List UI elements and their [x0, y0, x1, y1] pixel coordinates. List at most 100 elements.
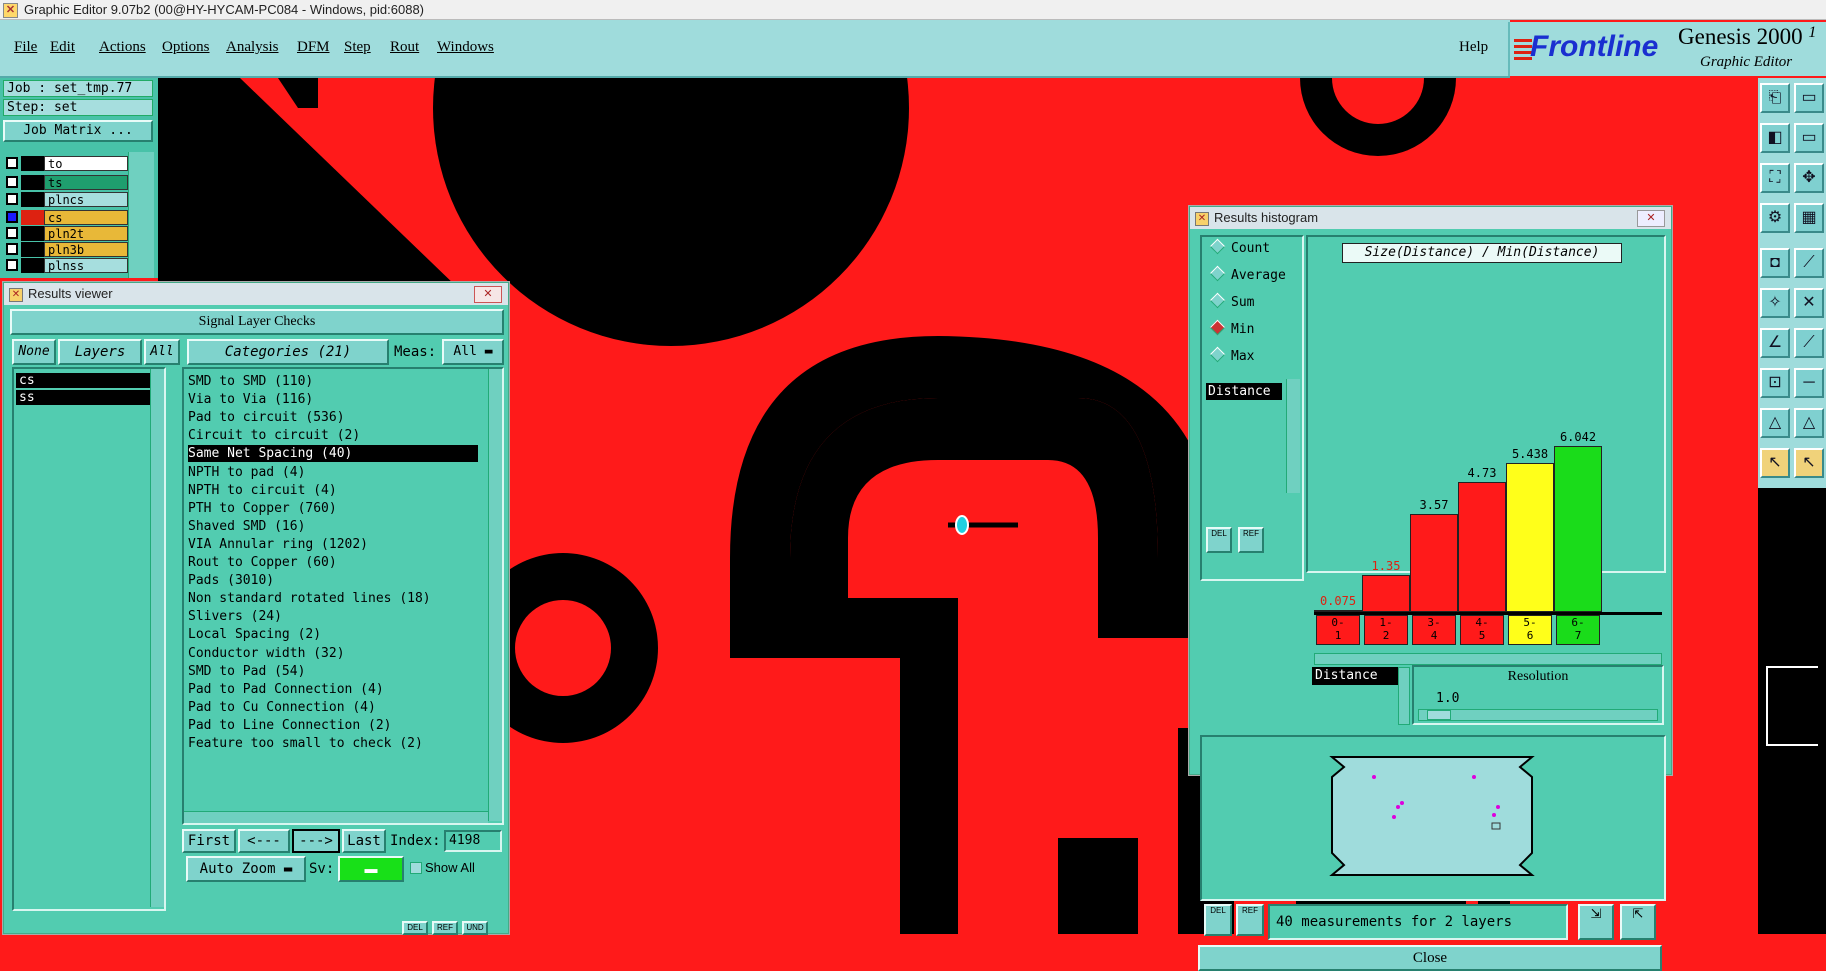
tool-open-icon[interactable]: ⎗ — [1760, 83, 1790, 113]
stats-scrollbar[interactable] — [1286, 379, 1300, 493]
menu-help[interactable]: Help — [1459, 39, 1488, 56]
menu-options[interactable]: Options — [162, 39, 210, 56]
tool-expand-icon[interactable]: ✥ — [1794, 163, 1824, 193]
menu-dfm[interactable]: DFM — [297, 39, 330, 56]
tool-measure-icon[interactable]: ⟋ — [1794, 328, 1824, 358]
resolution-slider-thumb[interactable] — [1427, 710, 1451, 720]
none-button[interactable]: None — [12, 339, 56, 365]
menu-rout[interactable]: Rout — [390, 39, 419, 56]
job-matrix-button[interactable]: Job Matrix ... — [3, 120, 153, 142]
distance-measure-item[interactable]: Distance — [1206, 383, 1282, 400]
del-button[interactable]: DEL — [1206, 527, 1232, 553]
prev-button[interactable]: <--- — [238, 829, 290, 853]
layer-row-4[interactable]: pln2t — [6, 226, 128, 241]
category-item[interactable]: Feature too small to check (2) — [188, 735, 423, 752]
meas-dropdown[interactable]: All ▬ — [442, 339, 504, 365]
category-item[interactable]: Pad to Line Connection (2) — [188, 717, 392, 734]
layer-checkbox[interactable] — [6, 243, 18, 255]
tool-settings-icon[interactable]: ⚙ — [1760, 203, 1790, 233]
ref-button[interactable]: REF — [432, 921, 458, 935]
ref-button[interactable]: REF — [1238, 527, 1264, 553]
menu-actions[interactable]: Actions — [99, 39, 146, 56]
category-item[interactable]: Shaved SMD (16) — [188, 518, 305, 535]
histogram-bar[interactable] — [1458, 482, 1506, 612]
layer-list-scrollbar[interactable] — [150, 369, 164, 907]
category-item[interactable]: Pad to Cu Connection (4) — [188, 699, 376, 716]
histogram-bar[interactable] — [1506, 462, 1554, 612]
layer-checkbox[interactable] — [6, 227, 18, 239]
export-icon[interactable]: ⇲ — [1578, 904, 1614, 940]
tool-triangle-icon[interactable]: △ — [1760, 408, 1790, 438]
layer-row-6[interactable]: plnss — [6, 258, 128, 273]
layer-checkbox[interactable] — [6, 157, 18, 169]
tool-dash-icon[interactable]: ─ — [1794, 368, 1824, 398]
categories-scrollbar[interactable] — [488, 369, 502, 821]
layer-result-item[interactable]: cs — [16, 373, 158, 388]
auto-zoom-dropdown[interactable]: Auto Zoom ▬ — [186, 856, 306, 882]
categories-button[interactable]: Categories (21) — [187, 339, 389, 365]
layer-checkbox[interactable] — [6, 211, 18, 223]
sv-color-dropdown[interactable]: ▬ — [338, 856, 404, 882]
category-item[interactable]: Non standard rotated lines (18) — [188, 590, 431, 607]
tool-add-pad-icon[interactable]: ◘ — [1760, 248, 1790, 278]
import-icon[interactable]: ⇱ — [1620, 904, 1656, 940]
category-item[interactable]: PTH to Copper (760) — [188, 500, 337, 517]
first-button[interactable]: First — [182, 829, 236, 853]
tool-pan-icon[interactable]: ◧ — [1760, 123, 1790, 153]
menu-edit[interactable]: Edit — [50, 39, 75, 56]
del-button[interactable]: DEL — [1204, 904, 1232, 936]
stat-radio-sum[interactable]: Sum — [1209, 292, 1254, 310]
layer-row-2[interactable]: plncs — [6, 192, 128, 207]
tool-cross-icon[interactable]: ✕ — [1794, 288, 1824, 318]
layer-result-item[interactable]: ss — [16, 390, 158, 405]
layer-checkbox[interactable] — [6, 193, 18, 205]
layer-checkbox[interactable] — [6, 176, 18, 188]
histogram-bar[interactable] — [1362, 574, 1410, 612]
category-item[interactable]: VIA Annular ring (1202) — [188, 536, 368, 553]
category-item[interactable]: Pad to Pad Connection (4) — [188, 681, 384, 698]
stat-radio-count[interactable]: Count — [1209, 238, 1270, 256]
category-item[interactable]: Pad to circuit (536) — [188, 409, 345, 426]
stat-radio-average[interactable]: Average — [1209, 265, 1286, 283]
chart-hscrollbar[interactable] — [1314, 653, 1662, 665]
tool-snap-icon[interactable]: ⊡ — [1760, 368, 1790, 398]
menu-windows[interactable]: Windows — [437, 39, 494, 56]
last-button[interactable]: Last — [342, 829, 386, 853]
ref-button[interactable]: REF — [1236, 904, 1264, 936]
tool-delta-icon[interactable]: △ — [1794, 408, 1824, 438]
category-item[interactable]: Via to Via (116) — [188, 391, 313, 408]
category-item[interactable]: Conductor width (32) — [188, 645, 345, 662]
layer-row-5[interactable]: pln3b — [6, 242, 128, 257]
del-button[interactable]: DEL — [402, 921, 428, 935]
category-item[interactable]: Circuit to circuit (2) — [188, 427, 360, 444]
all-button[interactable]: All — [144, 339, 180, 365]
stat-radio-min[interactable]: Min — [1209, 319, 1254, 337]
category-item[interactable]: SMD to SMD (110) — [188, 373, 313, 390]
next-button[interactable]: ---> — [292, 829, 340, 853]
menu-step[interactable]: Step — [344, 39, 371, 56]
category-item[interactable]: NPTH to pad (4) — [188, 464, 305, 481]
tool-select-box-icon[interactable]: ↖ — [1794, 448, 1824, 478]
category-item[interactable]: SMD to Pad (54) — [188, 663, 305, 680]
close-button[interactable]: Close — [1198, 945, 1662, 971]
window-close-icon[interactable]: ✕ — [1637, 210, 1665, 227]
histogram-bar[interactable] — [1410, 514, 1458, 612]
tool-window-icon[interactable]: ▭ — [1794, 123, 1824, 153]
tool-angle-icon[interactable]: ∠ — [1760, 328, 1790, 358]
resolution-slider[interactable] — [1418, 709, 1658, 721]
layer-list-scrollbar[interactable] — [128, 152, 154, 278]
category-item[interactable]: Rout to Copper (60) — [188, 554, 337, 571]
category-item[interactable]: Slivers (24) — [188, 608, 282, 625]
menu-analysis[interactable]: Analysis — [226, 39, 279, 56]
category-item[interactable]: Pads (3010) — [188, 572, 274, 589]
tool-net-icon[interactable]: ✧ — [1760, 288, 1790, 318]
und-button[interactable]: UND — [462, 921, 488, 935]
layer-checkbox[interactable] — [6, 259, 18, 271]
tool-fit-icon[interactable]: ⛶ — [1760, 163, 1790, 193]
categories-hscrollbar[interactable] — [184, 811, 488, 823]
tool-select-icon[interactable]: ↖ — [1760, 448, 1790, 478]
distance-scrollbar[interactable] — [1398, 667, 1410, 725]
layer-row-0[interactable]: to — [6, 156, 128, 171]
index-field[interactable]: 4198 — [444, 830, 502, 852]
layers-button[interactable]: Layers — [58, 339, 142, 365]
